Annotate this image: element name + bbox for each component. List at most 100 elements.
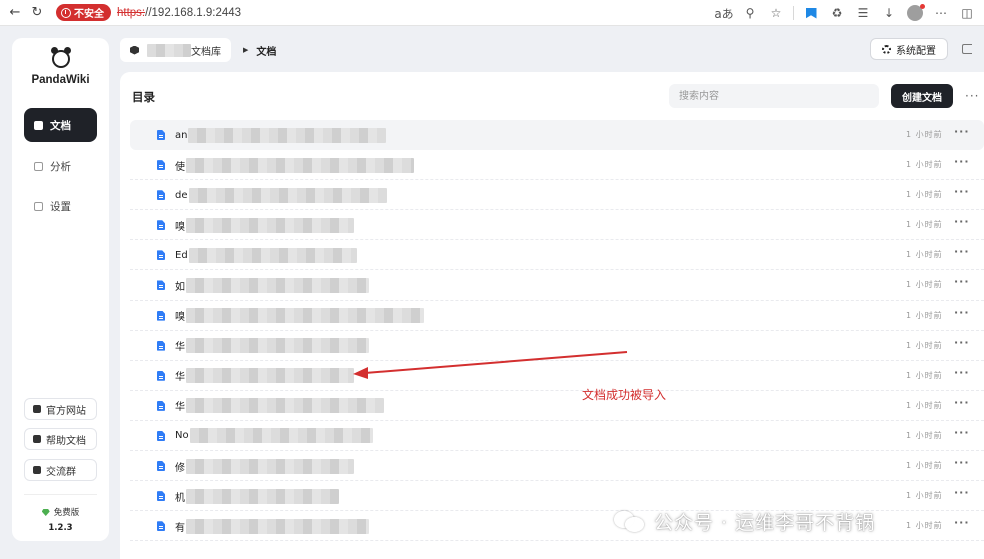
row-more-icon[interactable]: ··· — [954, 516, 970, 529]
profile-avatar-icon[interactable] — [904, 3, 926, 23]
document-title[interactable]: 嗅 — [175, 301, 424, 331]
refresh-icon[interactable]: ↻ — [26, 2, 48, 24]
document-panel: 目录 创建文档 ··· an 1 小时前 ··· 使 1 小时前 ··· de 1 小时前 ··… — [120, 72, 984, 559]
insecure-label: 不安全 — [74, 9, 104, 20]
more-menu-icon[interactable]: ⋯ — [930, 3, 952, 23]
favorite-star-icon[interactable]: ☆ — [765, 3, 787, 23]
group-icon — [33, 466, 41, 474]
document-updated-time: 1 小时前 — [906, 461, 943, 471]
insecure-badge[interactable]: 不安全 — [56, 4, 111, 21]
row-more-icon[interactable]: ··· — [954, 245, 970, 258]
document-title[interactable]: de — [175, 180, 387, 210]
app-name: PandaWiki — [31, 74, 90, 86]
row-more-icon[interactable]: ··· — [954, 486, 970, 499]
settings-icon — [34, 201, 43, 211]
document-icon — [157, 340, 165, 351]
document-updated-time: 1 小时前 — [906, 250, 943, 260]
document-title-prefix: 如 — [175, 281, 185, 293]
document-row[interactable]: 华 1 小时前 ··· — [130, 361, 984, 391]
panel-more-icon[interactable]: ··· — [965, 89, 979, 103]
document-title[interactable]: 机 — [175, 481, 339, 511]
version-label: 1.2.3 — [48, 523, 73, 533]
chart-icon — [34, 161, 43, 171]
sidebar-item-analytics[interactable]: 分析 — [24, 149, 97, 183]
row-more-icon[interactable]: ··· — [954, 215, 970, 228]
sidebar-item-settings[interactable]: 设置 — [24, 189, 97, 223]
document-updated-time: 1 小时前 — [906, 491, 943, 501]
row-more-icon[interactable]: ··· — [954, 366, 970, 379]
kb-selector[interactable]: 文档库 — [120, 38, 231, 62]
row-more-icon[interactable]: ··· — [954, 155, 970, 168]
document-icon — [157, 310, 165, 321]
extension-bookmark-icon[interactable] — [800, 3, 822, 23]
row-more-icon[interactable]: ··· — [954, 306, 970, 319]
redacted-title — [186, 488, 339, 504]
document-row[interactable]: 嗅 1 小时前 ··· — [130, 301, 984, 331]
create-document-button[interactable]: 创建文档 — [891, 84, 953, 108]
row-more-icon[interactable]: ··· — [954, 125, 970, 138]
document-row[interactable]: 嗅 1 小时前 ··· — [130, 210, 984, 241]
document-title-prefix: 机 — [175, 492, 185, 504]
sidebar-item-documents[interactable]: 文档 — [24, 108, 97, 142]
back-arrow-icon[interactable]: ← — [4, 2, 26, 24]
document-row[interactable]: 修 1 小时前 ··· — [130, 451, 984, 482]
document-icon — [157, 160, 165, 171]
address-bar[interactable]: 不安全 https://192.168.1.9:2443 — [56, 3, 241, 23]
logout-icon[interactable] — [962, 44, 972, 54]
document-title-prefix: de — [175, 189, 188, 201]
document-title[interactable]: 华 — [175, 391, 384, 421]
panda-logo-icon — [50, 47, 71, 68]
url-text[interactable]: https://192.168.1.9:2443 — [117, 7, 241, 19]
system-config-button[interactable]: 系统配置 — [870, 38, 948, 60]
extensions-puzzle-icon[interactable]: ♻ — [826, 3, 848, 23]
search-input[interactable] — [669, 84, 879, 108]
document-title[interactable]: an — [175, 120, 387, 150]
favorites-list-icon[interactable]: ☰ — [852, 3, 874, 23]
document-row[interactable]: an 1 小时前 ··· — [130, 120, 984, 151]
document-row[interactable]: 华 1 小时前 ··· — [130, 391, 984, 421]
document-updated-time: 1 小时前 — [906, 430, 943, 440]
help-docs-button[interactable]: 帮助文档 — [24, 428, 97, 450]
document-title-prefix: 嗅 — [175, 312, 185, 324]
edition-label: 免费版 — [53, 508, 80, 518]
document-title[interactable]: 华 — [175, 361, 354, 391]
document-updated-time: 1 小时前 — [906, 220, 943, 230]
document-title[interactable]: 华 — [175, 331, 369, 361]
read-aloud-icon[interactable]: aあ — [713, 3, 735, 23]
document-title[interactable]: Ed — [175, 240, 357, 270]
document-title-prefix: 华 — [175, 402, 185, 414]
row-more-icon[interactable]: ··· — [954, 336, 970, 349]
redacted-kb-name — [147, 43, 191, 57]
row-more-icon[interactable]: ··· — [954, 396, 970, 409]
document-title[interactable]: 有 — [175, 511, 369, 541]
row-more-icon[interactable]: ··· — [954, 275, 970, 288]
document-row[interactable]: 华 1 小时前 ··· — [130, 331, 984, 361]
document-title[interactable]: No — [175, 421, 373, 451]
official-site-button[interactable]: 官方网站 — [24, 398, 97, 420]
document-title-prefix: 华 — [175, 342, 185, 354]
document-row[interactable]: No 1 小时前 ··· — [130, 421, 984, 452]
download-icon[interactable]: ↓ — [878, 3, 900, 23]
watermark-text: 公众号 · 运维李哥不背锅 — [654, 511, 876, 534]
community-button[interactable]: 交流群 — [24, 459, 97, 481]
document-title[interactable]: 使 — [175, 150, 414, 180]
row-more-icon[interactable]: ··· — [954, 185, 970, 198]
document-row[interactable]: Ed 1 小时前 ··· — [130, 240, 984, 271]
document-title[interactable]: 如 — [175, 270, 369, 300]
document-row[interactable]: 使 1 小时前 ··· — [130, 150, 984, 181]
sidebar-toggle-icon[interactable]: ◫ — [956, 3, 978, 23]
zoom-icon[interactable]: ⚲ — [739, 3, 761, 23]
app-logo[interactable]: PandaWiki — [12, 47, 109, 86]
document-title[interactable]: 嗅 — [175, 210, 354, 240]
redacted-title — [189, 428, 373, 444]
panel-title: 目录 — [132, 90, 155, 104]
document-title-prefix: 有 — [175, 522, 185, 534]
document-row[interactable]: de 1 小时前 ··· — [130, 180, 984, 211]
row-more-icon[interactable]: ··· — [954, 456, 970, 469]
document-row[interactable]: 如 1 小时前 ··· — [130, 270, 984, 301]
sidebar-item-label: 分析 — [50, 160, 71, 173]
row-more-icon[interactable]: ··· — [954, 426, 970, 439]
edition-badge: 免费版 — [12, 506, 109, 518]
document-title[interactable]: 修 — [175, 451, 354, 481]
sidebar-item-label: 文档 — [50, 119, 71, 132]
